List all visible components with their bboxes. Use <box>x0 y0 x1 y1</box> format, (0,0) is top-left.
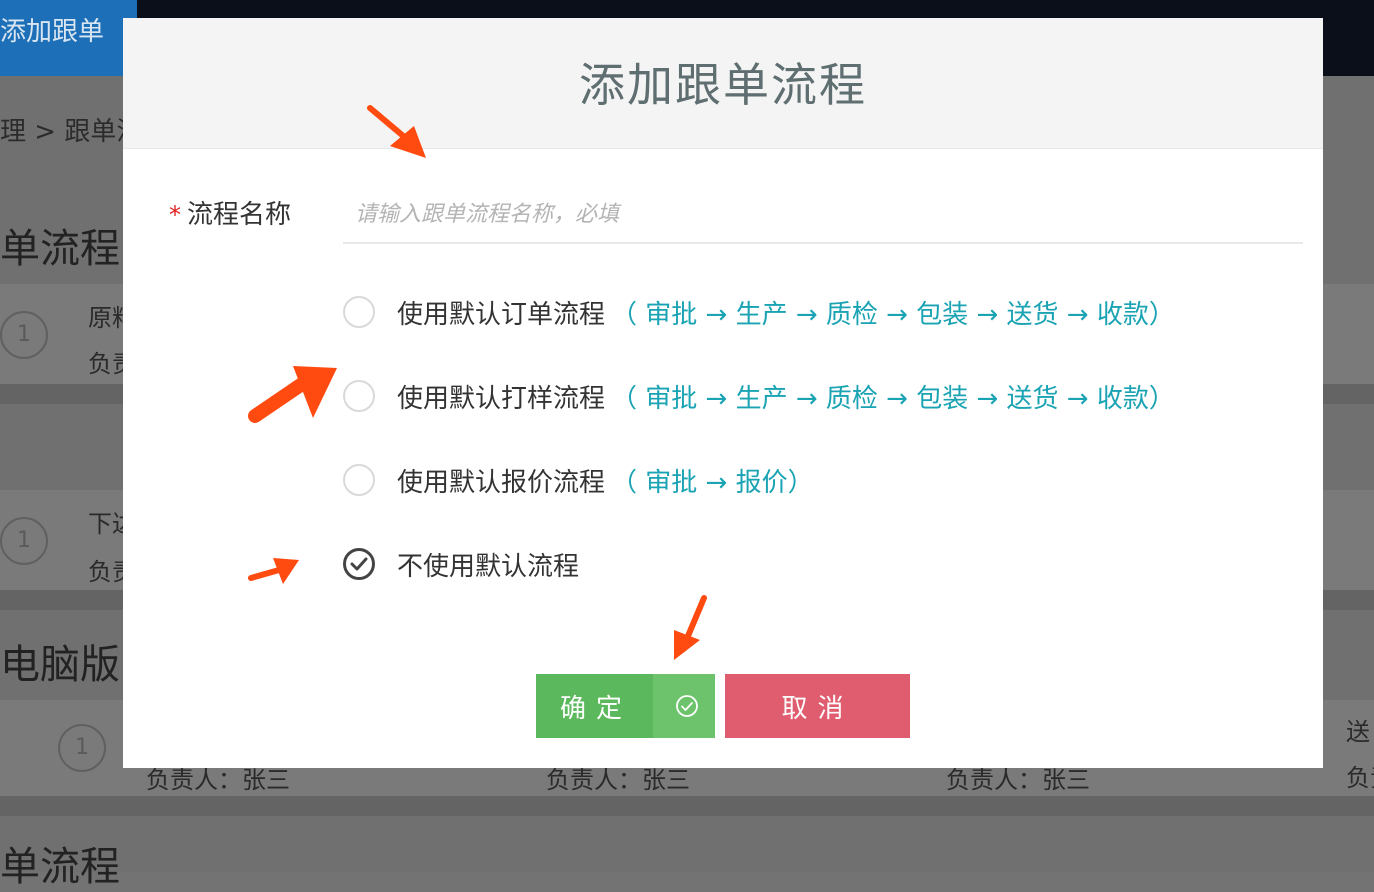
annotation-arrow-icon <box>674 595 707 660</box>
radio-icon[interactable] <box>343 464 375 496</box>
radio-icon[interactable] <box>343 296 375 328</box>
option-default-quote-flow[interactable]: 使用默认报价流程 （ 审批 → 报价） <box>343 460 814 500</box>
option-label: 使用默认订单流程 <box>397 299 606 330</box>
step-number: 1 <box>58 724 106 772</box>
flow-name-label-text: 流程名称 <box>187 200 292 230</box>
confirm-button-label: 确定 <box>560 693 633 724</box>
step-number: 1 <box>0 517 48 565</box>
confirm-button[interactable]: 确定 <box>536 674 715 738</box>
tab-add-order[interactable]: 添加跟单 <box>0 0 137 76</box>
option-label: 使用默认打样流程 <box>397 383 606 414</box>
annotation-arrow-icon <box>248 366 337 423</box>
option-no-default-flow[interactable]: 不使用默认流程 <box>343 544 579 584</box>
section-title-3: 单流程 <box>0 844 120 890</box>
radio-icon[interactable] <box>343 380 375 412</box>
option-label: 使用默认报价流程 <box>397 467 606 498</box>
option-label: 不使用默认流程 <box>397 551 580 582</box>
check-icon <box>350 557 368 571</box>
required-mark: * <box>169 201 181 229</box>
option-steps: （ 审批 → 生产 → 质检 → 包装 → 送货 → 收款） <box>611 383 1175 414</box>
option-steps: （ 审批 → 生产 → 质检 → 包装 → 送货 → 收款） <box>611 299 1175 330</box>
dialog-title: 添加跟单流程 <box>579 58 867 112</box>
breadcrumb: 理 > 跟单流 <box>0 117 143 147</box>
dialog-header: 添加跟单流程 <box>123 18 1323 149</box>
flow-name-label: * 流程名称 <box>169 194 291 231</box>
annotation-arrow-icon <box>367 105 426 158</box>
section-title-2: 电脑版 <box>0 642 120 688</box>
option-default-sample-flow[interactable]: 使用默认打样流程 （ 审批 → 生产 → 质检 → 包装 → 送货 → 收款） <box>343 376 1175 416</box>
annotation-arrow-icon <box>248 558 299 584</box>
option-steps: （ 审批 → 报价） <box>611 467 814 498</box>
step-number: 1 <box>0 311 48 359</box>
circle-check-icon <box>676 695 698 717</box>
divider <box>0 796 1374 816</box>
step-owner: 负责 <box>1346 764 1374 792</box>
cancel-button[interactable]: 取消 <box>725 674 910 738</box>
step-name: 送 <box>1346 718 1370 746</box>
radio-checked-icon[interactable] <box>343 548 375 580</box>
option-default-order-flow[interactable]: 使用默认订单流程 （ 审批 → 生产 → 质检 → 包装 → 送货 → 收款） <box>343 292 1175 332</box>
flow-name-input[interactable] <box>343 186 1303 244</box>
